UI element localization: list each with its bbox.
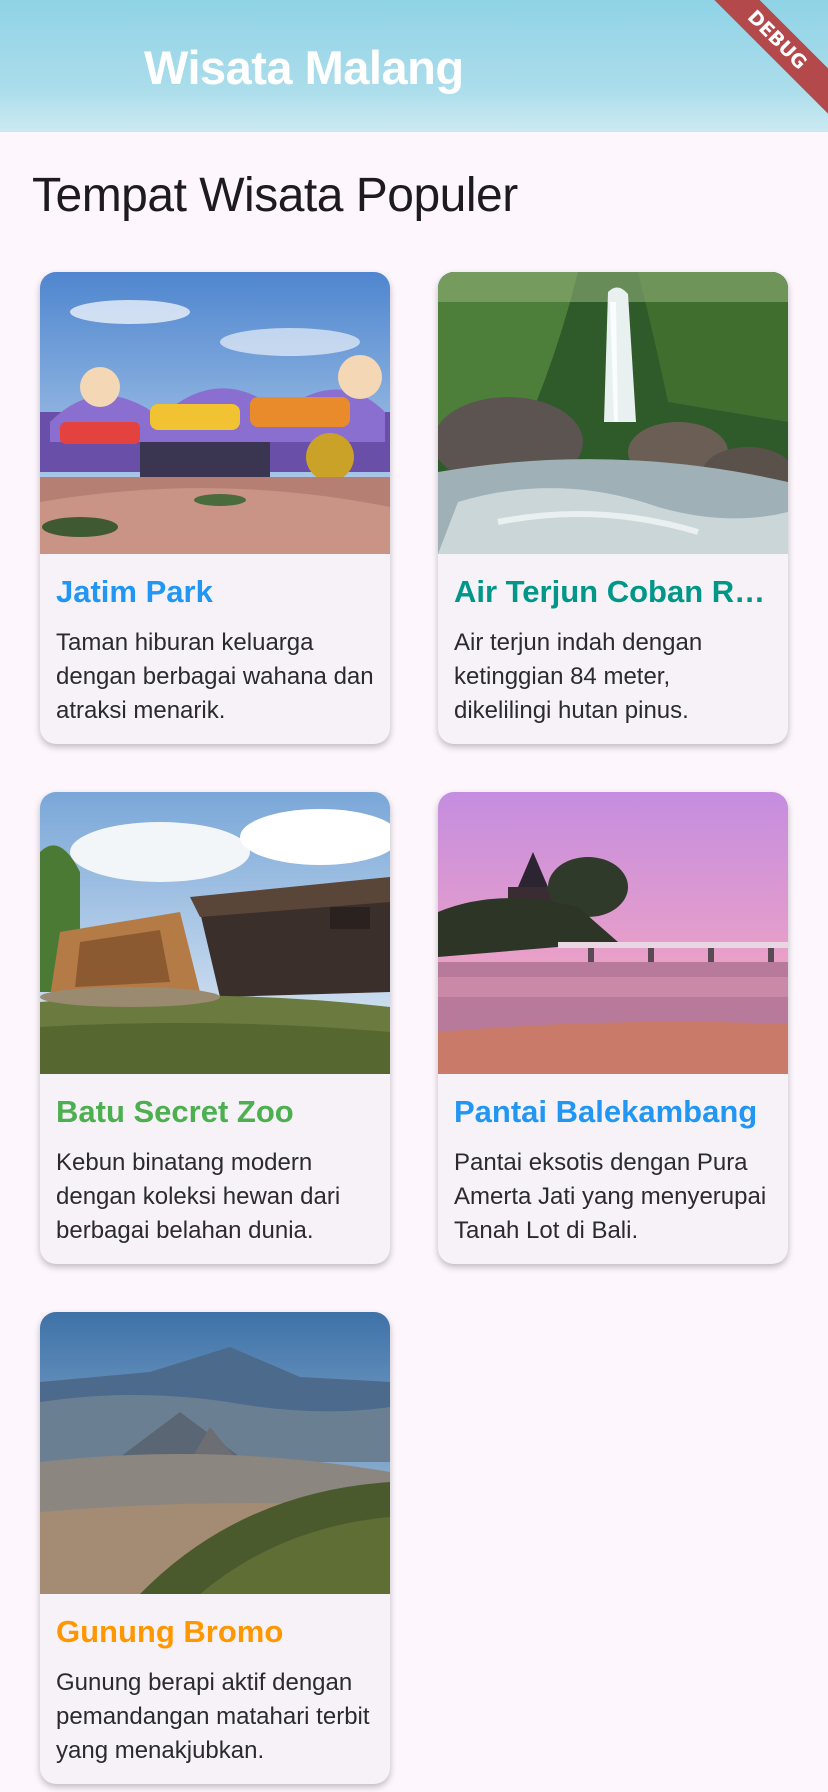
waterfall-image [438, 272, 788, 554]
app-bar-background [0, 92, 828, 132]
card-name: Batu Secret Zoo [56, 1094, 294, 1129]
card-name: Air Terjun Coban Rondo [454, 574, 772, 609]
section-title: Tempat Wisata Populer [32, 169, 518, 222]
beach-temple-image [438, 792, 788, 1074]
volcano-image [40, 1312, 390, 1594]
card-name: Gunung Bromo [56, 1614, 284, 1649]
card-pantai-balekambang[interactable]: Pantai Balekambang Pantai eksotis dengan… [438, 792, 788, 1264]
card-air-terjun-coban-rondo[interactable]: Air Terjun Coban Rondo Air terjun indah … [438, 272, 788, 744]
card-description: Taman hiburan keluarga dengan berbagai w… [56, 629, 374, 724]
card-description: Kebun binatang modern dengan koleksi hew… [56, 1149, 341, 1244]
card-gunung-bromo[interactable]: Gunung Bromo Gunung berapi aktif dengan … [40, 1312, 390, 1784]
card-batu-secret-zoo[interactable]: Batu Secret Zoo Kebun binatang modern de… [40, 792, 390, 1264]
zoo-ark-image [40, 792, 390, 1074]
card-name: Jatim Park [56, 574, 213, 609]
app-bar-title: Wisata Malang [144, 41, 464, 94]
card-jatim-park[interactable]: Jatim Park Taman hiburan keluarga dengan… [40, 272, 390, 744]
card-description: Air terjun indah dengan ketinggian 84 me… [454, 629, 703, 724]
card-description: Pantai eksotis dengan Pura Amerta Jati y… [454, 1149, 767, 1244]
app-bar: Wisata Malang DEBUG [0, 0, 828, 132]
card-description: Gunung berapi aktif dengan pemandangan m… [56, 1669, 370, 1764]
card-name: Pantai Balekambang [454, 1094, 758, 1129]
theme-park-image [40, 272, 390, 554]
